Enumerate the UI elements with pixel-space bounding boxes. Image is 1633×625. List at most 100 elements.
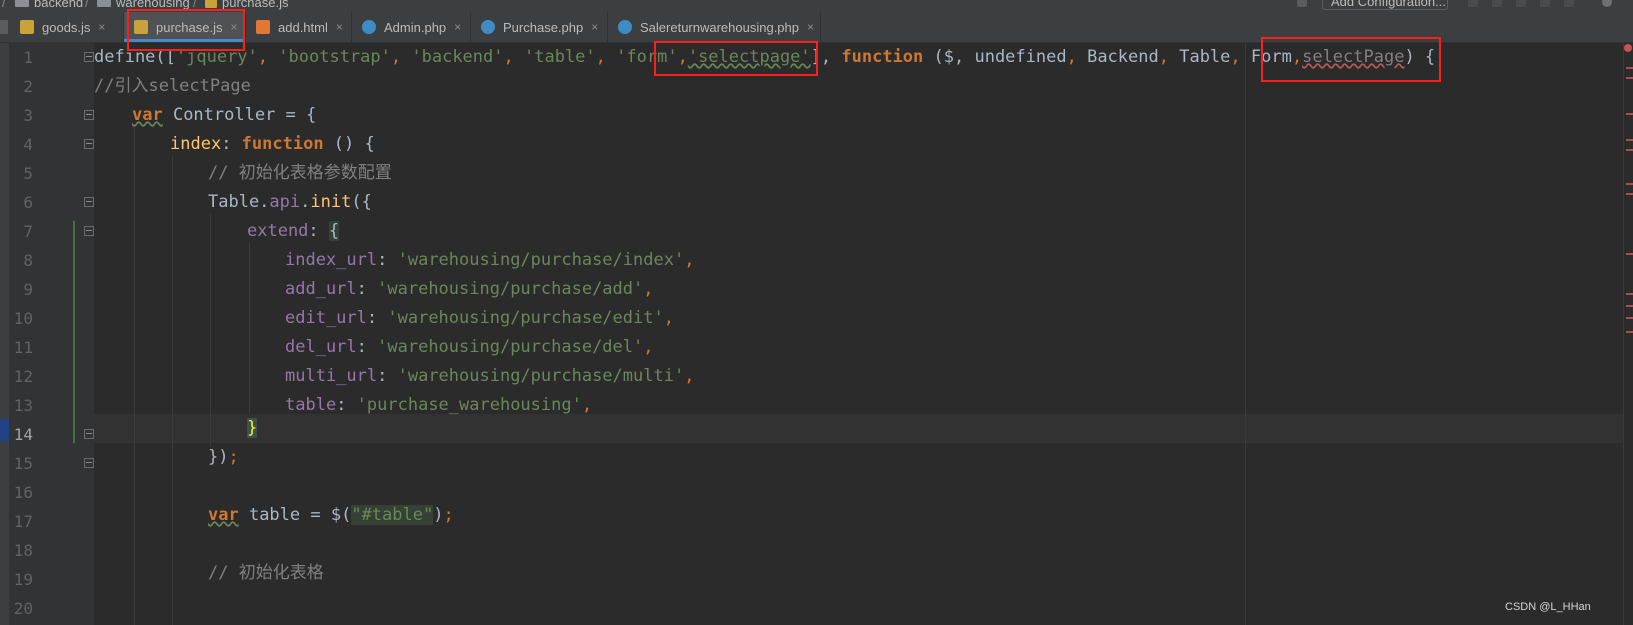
close-icon[interactable]: × [807,20,814,34]
error-marker[interactable] [1626,253,1633,255]
code-token: , [503,47,514,67]
error-marker[interactable] [1626,67,1633,69]
breadcrumb-label: backend [34,0,84,10]
line-number: 16 [13,483,33,502]
php-class-icon [618,20,632,34]
left-tool-strip [0,43,9,625]
php-class-icon [362,20,376,34]
right-margin-guide [1245,43,1246,625]
code-token: : [377,366,398,386]
change-marker [73,221,75,443]
code-token: multi_url [285,366,378,386]
line-number: 12 [13,367,33,386]
fold-toggle-icon[interactable] [84,139,94,149]
fold-toggle-icon[interactable] [84,429,94,439]
code-line-6: Table.api.init({ [208,188,372,217]
tab-add-html[interactable]: add.html × [246,12,352,42]
html-file-icon [256,20,270,34]
code-token: , [643,337,654,357]
breadcrumb-item-backend[interactable]: backend [15,0,84,10]
code-line-15: }); [208,443,239,472]
code-line-13: table: 'purchase_warehousing', [285,391,592,420]
tab-label: Purchase.php [503,19,584,35]
breadcrumb-item-purchase-js[interactable]: purchase.js [205,0,288,10]
code-token: function [241,134,324,154]
error-marker[interactable] [1626,317,1633,319]
add-configuration-button[interactable]: Add Configuration... [1322,0,1448,10]
code-token: : [356,279,378,299]
code-token: , [257,47,269,67]
tab-purchase-php[interactable]: Purchase.php × [471,12,608,42]
code-token: , [390,47,402,67]
code-token: edit_url [285,308,367,328]
error-marker[interactable] [1626,331,1633,333]
error-marker[interactable] [1626,183,1633,185]
fold-toggle-icon[interactable] [84,52,94,62]
code-token: . [300,192,311,212]
code-token: , [643,279,654,299]
code-line-4: index: function () { [170,130,375,159]
profile-icon[interactable] [1540,0,1550,7]
error-marker[interactable] [1626,139,1633,141]
line-number: 19 [13,570,33,589]
error-stripe[interactable] [1623,43,1633,625]
code-editor[interactable]: define(['jquery', 'bootstrap', 'backend'… [94,43,1629,625]
error-indicator-icon[interactable] [1624,44,1632,52]
error-marker[interactable] [1626,305,1633,307]
tab-salereturnwarehousing-php[interactable]: Salereturnwarehousing.php × [608,12,821,42]
debug-icon[interactable] [1492,0,1502,7]
tab-goods-js[interactable]: goods.js × [10,12,124,42]
code-token: , [663,308,674,328]
code-token: api [269,192,301,212]
selection-marker [0,419,9,441]
code-token: index_url [285,250,378,270]
code-token: ; [443,505,454,525]
code-token: 'warehousing/purchase/add' [377,279,644,299]
error-marker[interactable] [1626,77,1633,79]
run-configuration-icon[interactable] [1297,0,1307,7]
annotation-box [1261,37,1441,82]
close-icon[interactable]: × [336,20,343,34]
close-icon[interactable]: × [591,20,598,34]
code-line-8: index_url: 'warehousing/purchase/index', [285,246,694,275]
fold-toggle-icon[interactable] [84,226,94,236]
close-icon[interactable]: × [454,20,461,34]
code-token: , [684,250,695,270]
error-marker[interactable] [1626,293,1633,295]
line-number: 6 [23,193,33,212]
line-number: 8 [23,251,33,270]
tab-admin-php[interactable]: Admin.php × [352,12,471,42]
code-token: del_url [285,337,357,357]
indent-guide [134,127,135,625]
code-token: 'table' [524,47,596,67]
matched-brace: } [247,418,258,438]
code-token: : [221,134,242,154]
code-token: , [684,366,695,386]
code-line-12: multi_url: 'warehousing/purchase/multi', [285,362,694,391]
error-marker[interactable] [1626,113,1633,115]
php-class-icon [481,20,495,34]
coverage-icon[interactable] [1516,0,1526,7]
stop-icon[interactable] [1564,0,1574,7]
search-icon[interactable] [1602,0,1612,7]
fold-toggle-icon[interactable] [84,197,94,207]
line-number: 7 [23,222,33,241]
close-icon[interactable]: × [98,20,105,34]
js-file-icon [20,20,34,34]
run-icon[interactable] [1468,0,1478,7]
code-token: , [1066,47,1077,67]
code-token: Table. [208,192,270,212]
line-number: 20 [13,599,33,618]
fold-toggle-icon[interactable] [84,110,94,120]
code-token: ({ [351,192,372,212]
fold-toggle-icon[interactable] [84,458,94,468]
error-marker[interactable] [1626,193,1633,195]
code-line-14: } [247,414,258,443]
code-line-19: // 初始化表格 [208,563,324,583]
breadcrumb-item-warehousing[interactable]: warehousing [97,0,190,10]
code-token: 'warehousing/purchase/del' [377,337,644,357]
error-marker[interactable] [1626,149,1633,151]
code-token: var [132,105,163,125]
code-token: ) [433,505,444,525]
line-number-gutter: 1 2 3 4 5 6 7 8 9 10 11 12 13 14 15 16 1… [9,43,94,625]
